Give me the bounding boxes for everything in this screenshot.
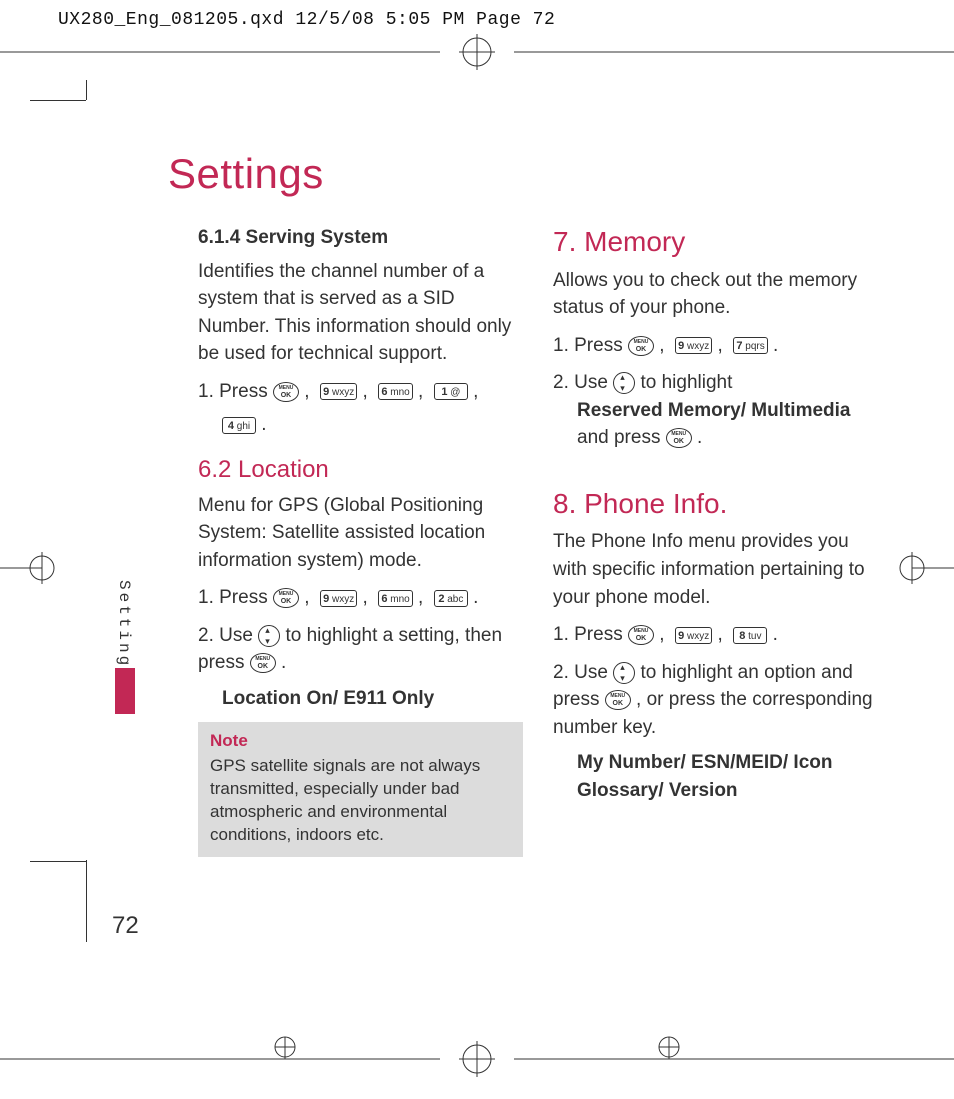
note-title: Note	[210, 730, 511, 753]
menu-ok-key-icon	[666, 428, 692, 448]
menu-ok-key-icon	[605, 690, 631, 710]
section-8-step-1: 1. Press , 9 wxyz , 8 tuv .	[553, 621, 878, 649]
key-6-icon: 6 mno	[378, 383, 412, 400]
key-7-icon: 7 pqrs	[733, 337, 767, 354]
section-6-2-step-1: 1. Press , 9 wxyz , 6 mno , 2 abc .	[198, 584, 523, 612]
menu-ok-key-icon	[628, 625, 654, 645]
key-8-icon: 8 tuv	[733, 627, 767, 644]
section-7-step-2: 2. Use to highlight Reserved Memory/ Mul…	[553, 369, 878, 452]
section-6-2-title: 6.2 Location	[198, 453, 523, 488]
section-8-options: My Number/ ESN/MEID/ Icon Glossary/ Vers…	[553, 749, 878, 804]
section-8-step-2: 2. Use to highlight an option and press …	[553, 659, 878, 805]
crop-mark-right	[894, 548, 954, 588]
key-9-icon: 9 wxyz	[320, 383, 357, 400]
menu-ok-key-icon	[250, 653, 276, 673]
crop-mark-bottom	[0, 1029, 954, 1089]
side-tab-label: Settings	[115, 580, 133, 681]
key-1-icon: 1 @	[434, 383, 468, 400]
print-header: UX280_Eng_081205.qxd 12/5/08 5:05 PM Pag…	[58, 10, 555, 30]
nav-key-icon	[613, 372, 635, 394]
section-7-step-1: 1. Press , 9 wxyz , 7 pqrs .	[553, 332, 878, 360]
section-6-1-4-step-1: 1. Press , 9 wxyz , 6 mno , 1 @ , 4 ghi …	[198, 378, 523, 439]
note-box: Note GPS satellite signals are not alway…	[198, 722, 523, 857]
section-7-step-2-bold: Reserved Memory/ Multimedia	[577, 400, 850, 421]
section-6-2-body: Menu for GPS (Global Positioning System:…	[198, 492, 523, 575]
side-tab-marker	[115, 668, 135, 714]
nav-key-icon	[258, 625, 280, 647]
corner-mark	[86, 80, 87, 100]
section-6-2-step-2: 2. Use to highlight a setting, then pres…	[198, 622, 523, 713]
page-number: 72	[112, 912, 139, 940]
section-6-1-4-title: 6.1.4 Serving System	[198, 224, 523, 252]
key-9-icon: 9 wxyz	[675, 337, 712, 354]
key-9-icon: 9 wxyz	[320, 590, 357, 607]
crop-mark-top	[0, 32, 954, 72]
section-6-1-4-body: Identifies the channel number of a syste…	[198, 258, 523, 368]
nav-key-icon	[613, 662, 635, 684]
content-area: 6.1.4 Serving System Identifies the chan…	[198, 222, 878, 857]
section-8-title: 8. Phone Info.	[553, 484, 878, 525]
key-2-icon: 2 abc	[434, 590, 468, 607]
section-8-body: The Phone Info menu provides you with sp…	[553, 528, 878, 611]
note-body: GPS satellite signals are not always tra…	[210, 756, 480, 844]
section-7-title: 7. Memory	[553, 222, 878, 263]
crop-mark-left	[0, 548, 60, 588]
right-column: 7. Memory Allows you to check out the me…	[553, 222, 878, 857]
corner-mark	[30, 861, 86, 862]
key-6-icon: 6 mno	[378, 590, 412, 607]
corner-mark	[30, 100, 86, 101]
menu-ok-key-icon	[273, 382, 299, 402]
page-title: Settings	[168, 150, 324, 198]
section-7-body: Allows you to check out the memory statu…	[553, 267, 878, 322]
key-4-icon: 4 ghi	[222, 417, 256, 434]
section-6-2-options: Location On/ E911 Only	[198, 685, 523, 713]
key-9-icon: 9 wxyz	[675, 627, 712, 644]
left-column: 6.1.4 Serving System Identifies the chan…	[198, 222, 523, 857]
corner-mark	[86, 860, 87, 942]
menu-ok-key-icon	[628, 336, 654, 356]
menu-ok-key-icon	[273, 588, 299, 608]
